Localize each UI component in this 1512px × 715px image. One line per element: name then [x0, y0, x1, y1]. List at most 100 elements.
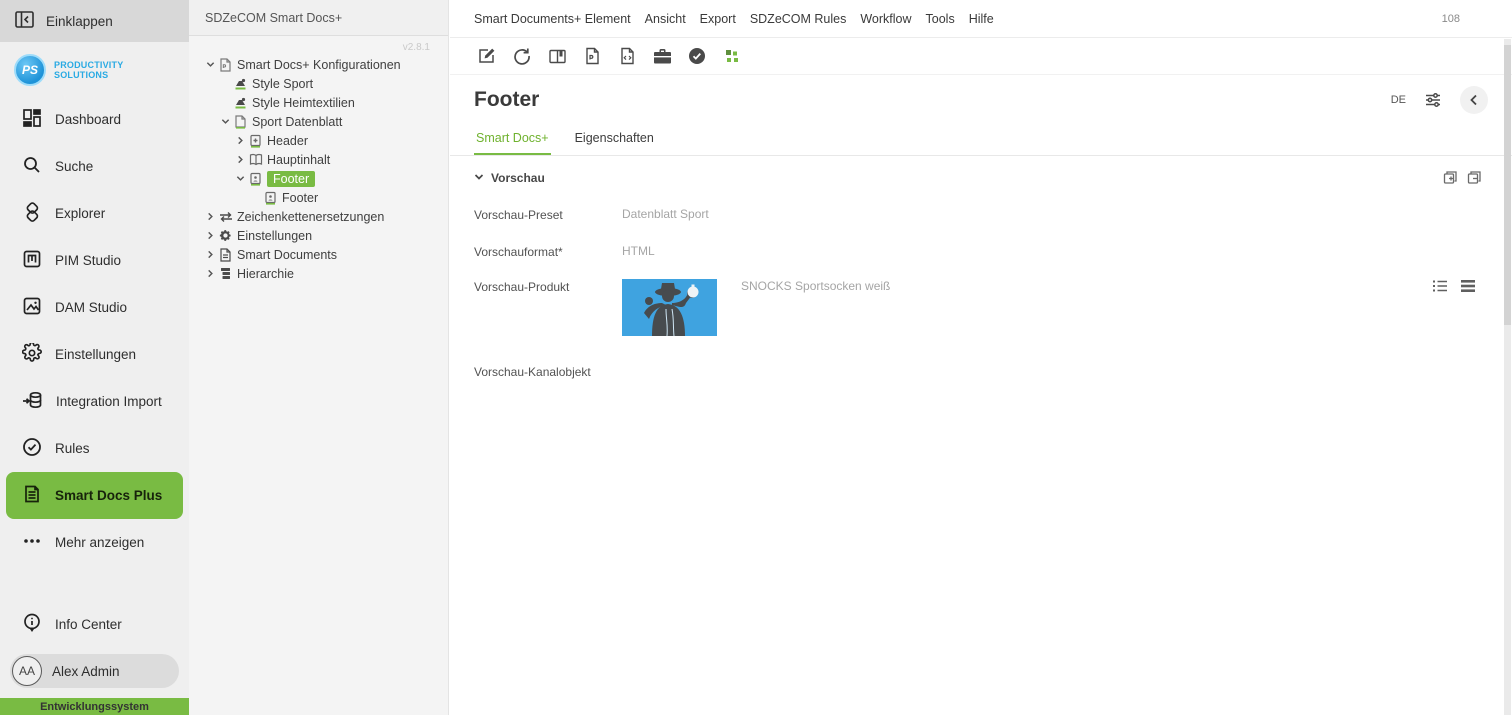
chevron-down-icon[interactable] [474, 171, 484, 185]
sidebar-item-info-center[interactable]: Info Center [0, 601, 189, 648]
expand-all-icon[interactable] [1443, 170, 1458, 185]
menu-sdzecom-rules[interactable]: SDZeCOM Rules [750, 12, 847, 26]
menu-ansicht[interactable]: Ansicht [645, 12, 686, 26]
chevron-down-icon[interactable] [203, 60, 218, 69]
sidebar-item-dam-studio[interactable]: DAM Studio [0, 284, 189, 331]
tree-node-smart-documents[interactable]: Smart Documents [189, 245, 448, 264]
chevron-right-icon[interactable] [233, 155, 248, 164]
vorschau-section-header[interactable]: Vorschau [450, 156, 1512, 185]
list-view-icon[interactable] [1432, 279, 1448, 293]
pdf-file-icon[interactable] [579, 43, 605, 69]
field-vorschau-produkt: Vorschau-Produkt [474, 279, 1512, 336]
sidebar-item-integration-import[interactable]: Integration Import [0, 378, 189, 425]
section-title: Vorschau [491, 171, 545, 185]
chevron-down-icon[interactable] [218, 117, 233, 126]
sidebar-item-label: Info Center [55, 617, 122, 632]
sidebar-item-label: Einstellungen [55, 347, 136, 362]
chevron-right-icon[interactable] [203, 231, 218, 240]
code-file-icon[interactable] [614, 43, 640, 69]
tab-eigenschaften[interactable]: Eigenschaften [573, 125, 656, 155]
tab-smart-docs[interactable]: Smart Docs+ [474, 125, 551, 155]
product-thumbnail[interactable] [622, 279, 717, 336]
tree-node-style-heimtextilien[interactable]: Style Heimtextilien [189, 93, 448, 112]
info-pin-icon [22, 613, 42, 636]
menu-smart-documents-element[interactable]: Smart Documents+ Element [474, 12, 631, 26]
chevron-right-icon[interactable] [203, 269, 218, 278]
chevron-right-icon[interactable] [203, 250, 218, 259]
sidebar-item-mehr-anzeigen[interactable]: Mehr anzeigen [0, 519, 189, 566]
sidebar-item-explorer[interactable]: Explorer [0, 190, 189, 237]
document-icon [218, 248, 233, 262]
tree-node-zeichenkettenersetzungen[interactable]: Zeichenkettenersetzungen [189, 207, 448, 226]
tree-node-einstellungen[interactable]: Einstellungen [189, 226, 448, 245]
sidebar-item-label: DAM Studio [55, 300, 127, 315]
field-value[interactable]: Datenblatt Sport [622, 207, 709, 221]
tree-node-konfigurationen[interactable]: Smart Docs+ Konfigurationen [189, 55, 448, 74]
book-pages-icon[interactable] [544, 43, 570, 69]
chevron-down-icon[interactable] [233, 174, 248, 183]
tree-node-header[interactable]: Header [189, 131, 448, 150]
collapse-label: Einklappen [46, 14, 113, 29]
sidebar-item-smart-docs-plus[interactable]: Smart Docs Plus [6, 472, 183, 519]
main-content: Smart Documents+ Element Ansicht Export … [450, 0, 1512, 715]
rules-icon [22, 437, 42, 460]
edit-icon[interactable] [474, 43, 500, 69]
content-header: Footer DE [450, 75, 1512, 125]
toolbar [450, 38, 1512, 75]
sidebar-item-dashboard[interactable]: Dashboard [0, 96, 189, 143]
tab-bar: Smart Docs+ Eigenschaften [450, 125, 1512, 156]
config-tree: Smart Docs+ Konfigurationen Style Sport … [189, 55, 448, 283]
search-icon [22, 155, 42, 178]
field-label: Vorschau-Kanalobjekt [474, 364, 622, 379]
tree-node-style-sport[interactable]: Style Sport [189, 74, 448, 93]
sidebar-item-einstellungen[interactable]: Einstellungen [0, 331, 189, 378]
tree-node-footer[interactable]: Footer [189, 169, 448, 188]
sidebar-item-rules[interactable]: Rules [0, 425, 189, 472]
sliders-icon[interactable] [1420, 87, 1446, 113]
collapse-panel-icon [15, 11, 34, 31]
collapse-sidebar-button[interactable]: Einklappen [0, 0, 189, 42]
rows-view-icon[interactable] [1460, 279, 1476, 293]
field-label: Vorschau-Produkt [474, 279, 622, 294]
tree-node-footer-selected: Footer [267, 171, 315, 187]
tree-node-footer-child[interactable]: Footer [189, 188, 448, 207]
page-title: Footer [474, 88, 539, 112]
sidebar-item-label: Explorer [55, 206, 105, 221]
menu-hilfe[interactable]: Hilfe [969, 12, 994, 26]
chevron-right-icon[interactable] [203, 212, 218, 221]
sidebar-item-label: Suche [55, 159, 93, 174]
check-circle-icon[interactable] [684, 43, 710, 69]
language-selector[interactable]: DE [1391, 94, 1406, 106]
collapse-panel-button[interactable] [1460, 86, 1488, 114]
refresh-icon[interactable] [509, 43, 535, 69]
field-value[interactable]: HTML [622, 244, 655, 258]
field-vorschau-kanalobjekt: Vorschau-Kanalobjekt [474, 364, 1512, 379]
gear-icon [218, 229, 233, 242]
tree-node-hierarchie[interactable]: Hierarchie [189, 264, 448, 283]
collapse-all-icon[interactable] [1467, 170, 1482, 185]
swap-icon [218, 211, 233, 223]
structure-icon[interactable] [719, 43, 745, 69]
tree-node-hauptinhalt[interactable]: Hauptinhalt [189, 150, 448, 169]
tree-node-sport-datenblatt[interactable]: Sport Datenblatt [189, 112, 448, 131]
menu-export[interactable]: Export [700, 12, 736, 26]
explorer-icon [22, 202, 42, 225]
sidebar-item-label: Mehr anzeigen [55, 535, 144, 550]
tree-panel: SDZeCOM Smart Docs+ v2.8.1 Smart Docs+ K… [189, 0, 449, 715]
toolbox-icon[interactable] [649, 43, 675, 69]
menu-tools[interactable]: Tools [926, 12, 955, 26]
menu-workflow[interactable]: Workflow [860, 12, 911, 26]
ps-logo-icon: PS [14, 54, 46, 86]
footer-element-icon [248, 172, 263, 186]
brand-logo: PS PRODUCTIVITY SOLUTIONS [0, 42, 189, 96]
sidebar-item-label: Dashboard [55, 112, 121, 127]
smart-docs-icon [22, 484, 42, 507]
chevron-right-icon[interactable] [233, 136, 248, 145]
sidebar-item-suche[interactable]: Suche [0, 143, 189, 190]
sidebar-item-pim-studio[interactable]: PIM Studio [0, 237, 189, 284]
scrollbar-thumb[interactable] [1504, 45, 1511, 325]
user-menu[interactable]: AA Alex Admin [10, 654, 179, 688]
product-name[interactable]: SNOCKS Sportsocken weiß [741, 279, 890, 293]
version-label: v2.8.1 [189, 36, 448, 55]
settings-icon [22, 343, 42, 366]
